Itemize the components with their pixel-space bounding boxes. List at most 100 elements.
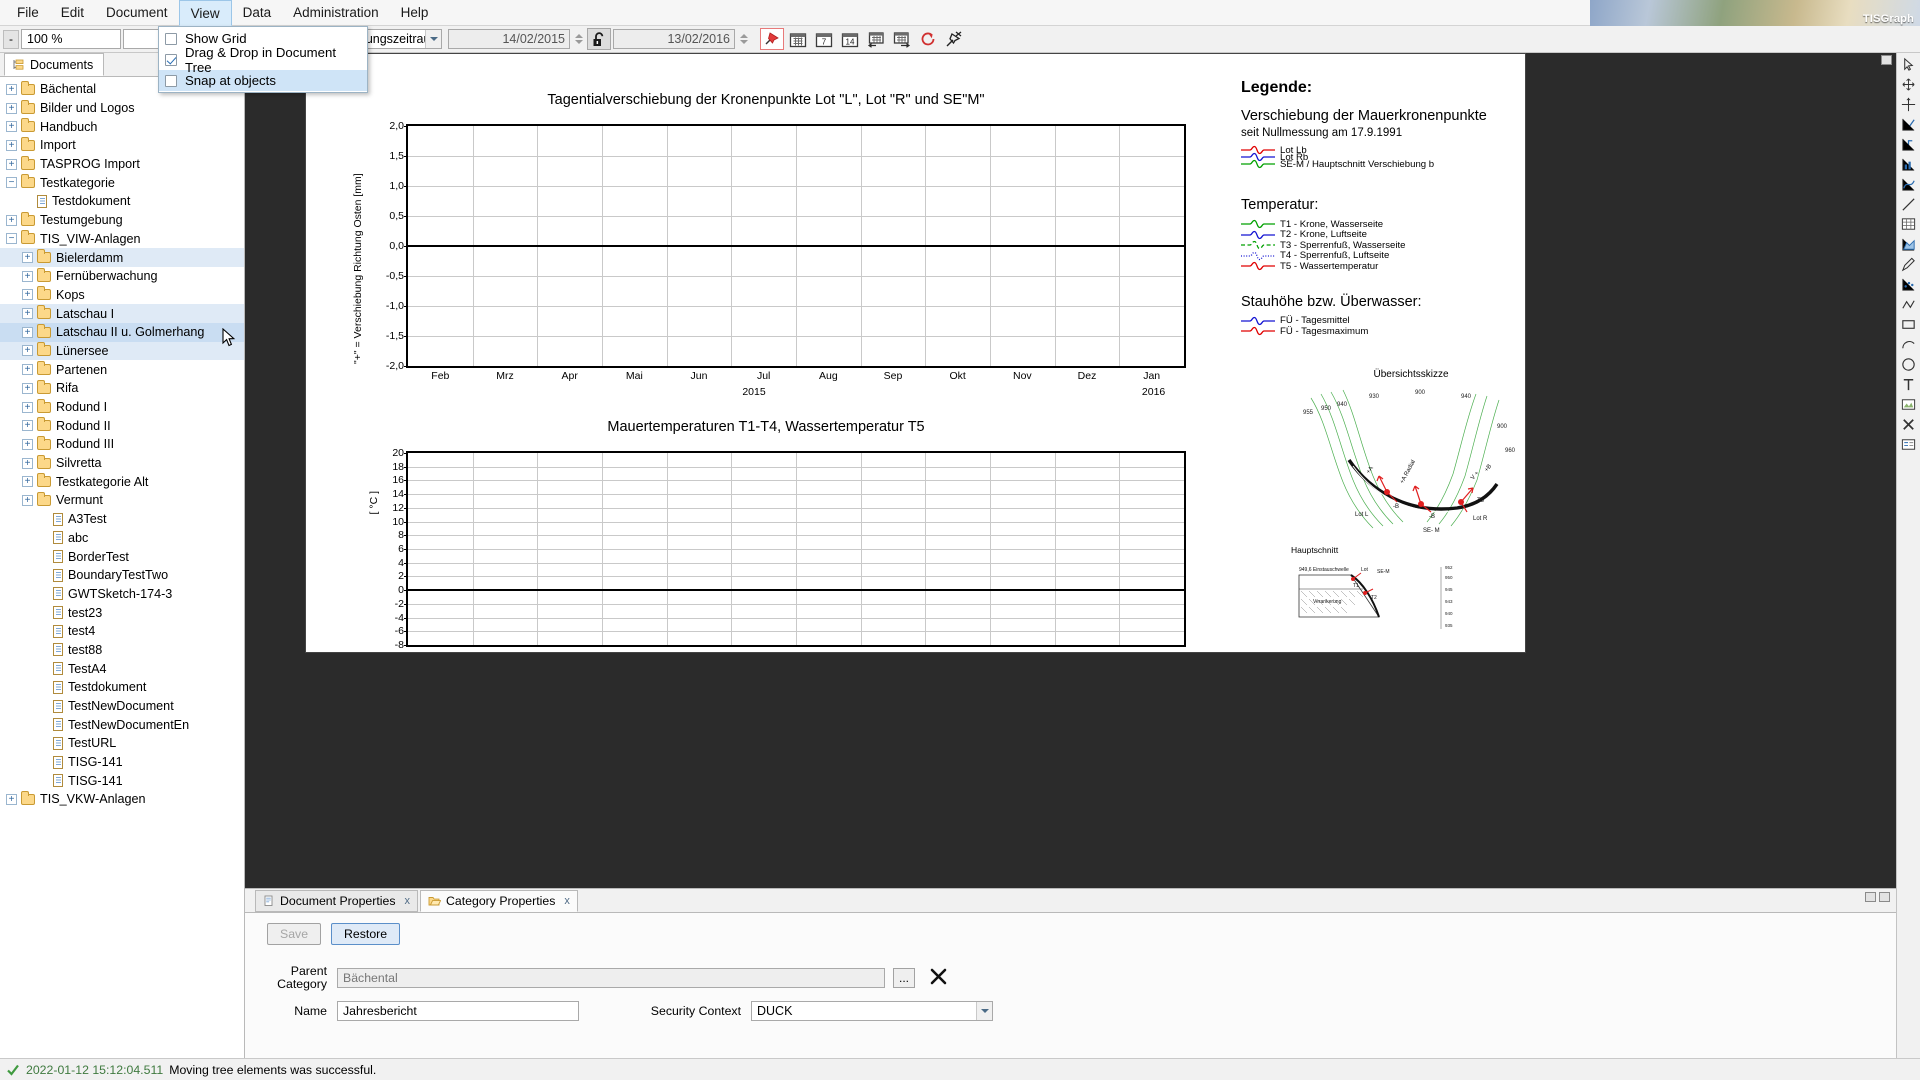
expand-icon[interactable]: +	[6, 84, 17, 95]
line-tool-button[interactable]	[1899, 195, 1919, 214]
tree-node-rodund-ii[interactable]: +Rodund II	[0, 416, 244, 435]
text-button[interactable]	[1899, 375, 1919, 394]
expand-icon[interactable]: +	[22, 383, 33, 394]
tree-node-testnewdocumenten[interactable]: TestNewDocumentEn	[0, 715, 244, 734]
menu-document[interactable]: Document	[95, 0, 179, 25]
tree-node-gwtsketch-174-3[interactable]: GWTSketch-174-3	[0, 585, 244, 604]
lock-toggle-button[interactable]	[587, 28, 611, 50]
collapse-icon[interactable]: −	[6, 177, 17, 188]
close-icon[interactable]: x	[564, 895, 570, 907]
expand-icon[interactable]: +	[6, 140, 17, 151]
area-chart-button[interactable]	[1899, 235, 1919, 254]
clear-button[interactable]	[929, 967, 948, 989]
tree-node-tasprog-import[interactable]: +TASPROG Import	[0, 155, 244, 174]
checkbox-snap-at-objects[interactable]	[165, 75, 177, 87]
expand-icon[interactable]: +	[22, 476, 33, 487]
unpin-button[interactable]	[942, 28, 966, 50]
tree-node-testurl[interactable]: TestURL	[0, 734, 244, 753]
browse-button[interactable]: ...	[893, 968, 915, 988]
pin-button[interactable]	[760, 28, 784, 50]
legend-tool-button[interactable]	[1899, 435, 1919, 454]
tree-node-kops[interactable]: +Kops	[0, 286, 244, 305]
document-tree[interactable]: +Bächental+Bilder und Logos+Handbuch+Imp…	[0, 77, 244, 1058]
tree-node-abc[interactable]: abc	[0, 529, 244, 548]
checkbox-drag-drop[interactable]	[165, 54, 177, 66]
chevron-down-icon[interactable]	[976, 1002, 992, 1020]
expand-icon[interactable]: +	[22, 439, 33, 450]
zoom-out-button[interactable]: -	[3, 30, 19, 49]
tree-node-testumgebung[interactable]: +Testumgebung	[0, 211, 244, 230]
date-to-input[interactable]: 13/02/2016	[613, 29, 735, 49]
pencil-button[interactable]	[1899, 255, 1919, 274]
tree-node-testkategorie-alt[interactable]: +Testkategorie Alt	[0, 472, 244, 491]
tree-node-latschau-i[interactable]: +Latschau I	[0, 304, 244, 323]
date-from-input[interactable]: 14/02/2015	[448, 29, 570, 49]
expand-icon[interactable]: +	[22, 327, 33, 338]
expand-icon[interactable]: +	[22, 458, 33, 469]
tree-node-tis-vkw-anlagen[interactable]: +TIS_VKW-Anlagen	[0, 790, 244, 809]
expand-icon[interactable]: +	[22, 252, 33, 263]
tree-node-tis-viw-anlagen[interactable]: −TIS_VIW-Anlagen	[0, 230, 244, 249]
move-button[interactable]	[1899, 95, 1919, 114]
tree-node-silvretta[interactable]: +Silvretta	[0, 454, 244, 473]
scatter-button[interactable]	[1899, 275, 1919, 294]
tree-node-rifa[interactable]: +Rifa	[0, 379, 244, 398]
expand-icon[interactable]: +	[22, 308, 33, 319]
chart-bar-button[interactable]	[1899, 155, 1919, 174]
drawing-tools-toolbar[interactable]	[1896, 53, 1920, 1058]
expand-icon[interactable]: +	[22, 271, 33, 282]
calendar-14-button[interactable]: 14	[838, 28, 862, 50]
tree-node-testkategorie[interactable]: −Testkategorie	[0, 173, 244, 192]
tab-documents[interactable]: Documents	[4, 53, 104, 76]
save-button[interactable]: Save	[267, 923, 321, 945]
tree-node-partenen[interactable]: +Partenen	[0, 360, 244, 379]
calendar-prev-button[interactable]	[864, 28, 888, 50]
tree-node-bordertest[interactable]: BorderTest	[0, 547, 244, 566]
expand-icon[interactable]: +	[6, 121, 17, 132]
expand-icon[interactable]: +	[6, 794, 17, 805]
menu-file[interactable]: File	[6, 0, 50, 25]
menu-item-drag-drop[interactable]: Drag & Drop in Document Tree	[159, 49, 367, 70]
expand-icon[interactable]: +	[22, 289, 33, 300]
tree-node-testdokument[interactable]: Testdokument	[0, 678, 244, 697]
calendar-next-button[interactable]	[890, 28, 914, 50]
name-input[interactable]: Jahresbericht	[337, 1001, 579, 1021]
expand-icon[interactable]: +	[22, 495, 33, 506]
restore-button[interactable]: Restore	[331, 923, 400, 945]
arc-button[interactable]	[1899, 335, 1919, 354]
circle-button[interactable]	[1899, 355, 1919, 374]
table-button[interactable]	[1899, 215, 1919, 234]
expand-icon[interactable]: +	[6, 103, 17, 114]
expand-icon[interactable]: +	[22, 345, 33, 356]
rectangle-button[interactable]	[1899, 315, 1919, 334]
maximize-icon[interactable]	[1879, 892, 1890, 902]
tree-node-test4[interactable]: test4	[0, 622, 244, 641]
tree-node-testnewdocument[interactable]: TestNewDocument	[0, 697, 244, 716]
restore-window-icon[interactable]	[1881, 55, 1892, 65]
date-to-stepper[interactable]	[738, 33, 750, 45]
checkbox-show-grid[interactable]	[165, 33, 177, 45]
date-from-stepper[interactable]	[573, 33, 585, 45]
tab-category-properties[interactable]: Category Properties x	[420, 890, 578, 912]
pan-button[interactable]	[1899, 75, 1919, 94]
chevron-down-icon[interactable]	[425, 30, 441, 48]
tree-node-tisg-141[interactable]: TISG-141	[0, 753, 244, 772]
security-context-select[interactable]: DUCK	[751, 1001, 993, 1021]
expand-icon[interactable]: +	[6, 159, 17, 170]
expand-icon[interactable]: +	[22, 402, 33, 413]
tree-node-l-nersee[interactable]: +Lünersee	[0, 342, 244, 361]
document-canvas[interactable]: Tagentialverschiebung der Kronenpunkte L…	[245, 53, 1896, 888]
tree-node-bielerdamm[interactable]: +Bielerdamm	[0, 248, 244, 267]
tree-node-a3test[interactable]: A3Test	[0, 510, 244, 529]
tree-node-rodund-iii[interactable]: +Rodund III	[0, 435, 244, 454]
tab-document-properties[interactable]: Document Properties x	[255, 890, 418, 912]
tree-node-test23[interactable]: test23	[0, 603, 244, 622]
tree-node-bilder-und-logos[interactable]: +Bilder und Logos	[0, 99, 244, 118]
menu-edit[interactable]: Edit	[50, 0, 95, 25]
tree-node-rodund-i[interactable]: +Rodund I	[0, 398, 244, 417]
tree-node-latschau-ii-u-golmerhang[interactable]: +Latschau II u. Golmerhang	[0, 323, 244, 342]
image-button[interactable]	[1899, 395, 1919, 414]
chart-step-button[interactable]	[1899, 135, 1919, 154]
expand-icon[interactable]: +	[22, 364, 33, 375]
calendar-7-button[interactable]: 7	[812, 28, 836, 50]
